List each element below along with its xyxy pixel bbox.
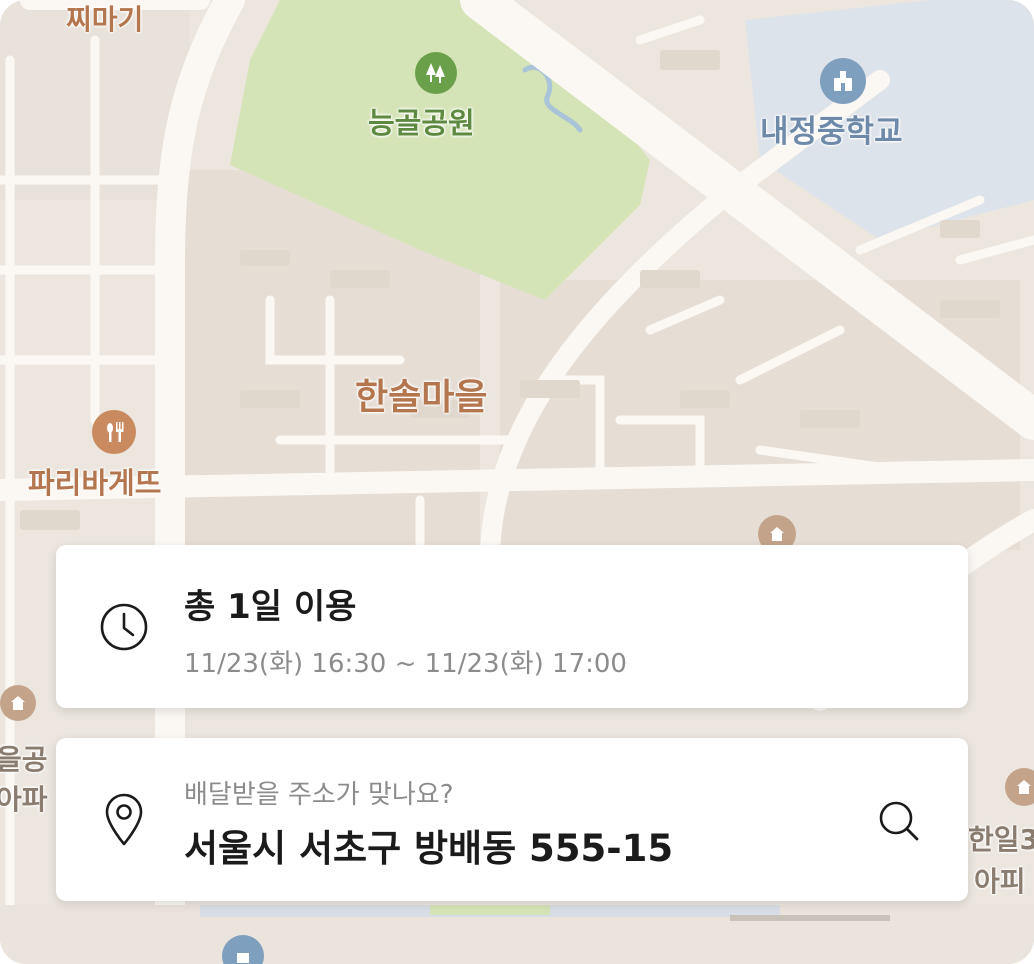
school-icon[interactable] [820,58,866,104]
clock-icon [98,601,150,657]
map-label-school[interactable]: 내정중학교 [760,106,903,151]
building-icon[interactable] [0,685,36,721]
tree-icon[interactable] [415,52,457,94]
map-label-bakery[interactable]: 파리바게뜨 [28,460,161,502]
map-label-top-left: 찌마기 [66,3,144,36]
map-label-right-partial-1: 한일3 [968,823,1034,856]
usage-period-card[interactable]: 총 1일 이용 11/23(화) 16:30 ~ 11/23(화) 17:00 [56,545,968,708]
map-label-right-partial-2: 아피 [974,865,1026,898]
map-screen: 찌마기 능골공원 내정중학교 한솔마을 파리바게뜨 을공 아파 한일3 아피 총… [0,0,1034,964]
delivery-address-card[interactable]: 배달받을 주소가 맞나요? 서울시 서초구 방배동 555-15 [56,738,968,901]
usage-period-text: 11/23(화) 16:30 ~ 11/23(화) 17:00 [184,649,627,679]
map-label-park[interactable]: 능골공원 [368,100,475,142]
location-pin-icon [102,792,146,852]
address-question: 배달받을 주소가 맞나요? [184,780,454,810]
map-label-village: 한솔마을 [355,377,488,418]
delivery-address[interactable]: 서울시 서초구 방배동 555-15 [184,818,673,872]
fork-knife-icon[interactable] [92,410,136,454]
map-label-left-partial-2: 아파 [0,783,48,816]
usage-duration-title: 총 1일 이용 [184,587,357,627]
search-icon[interactable] [876,798,922,848]
map-label-left-partial-1: 을공 [0,743,48,776]
